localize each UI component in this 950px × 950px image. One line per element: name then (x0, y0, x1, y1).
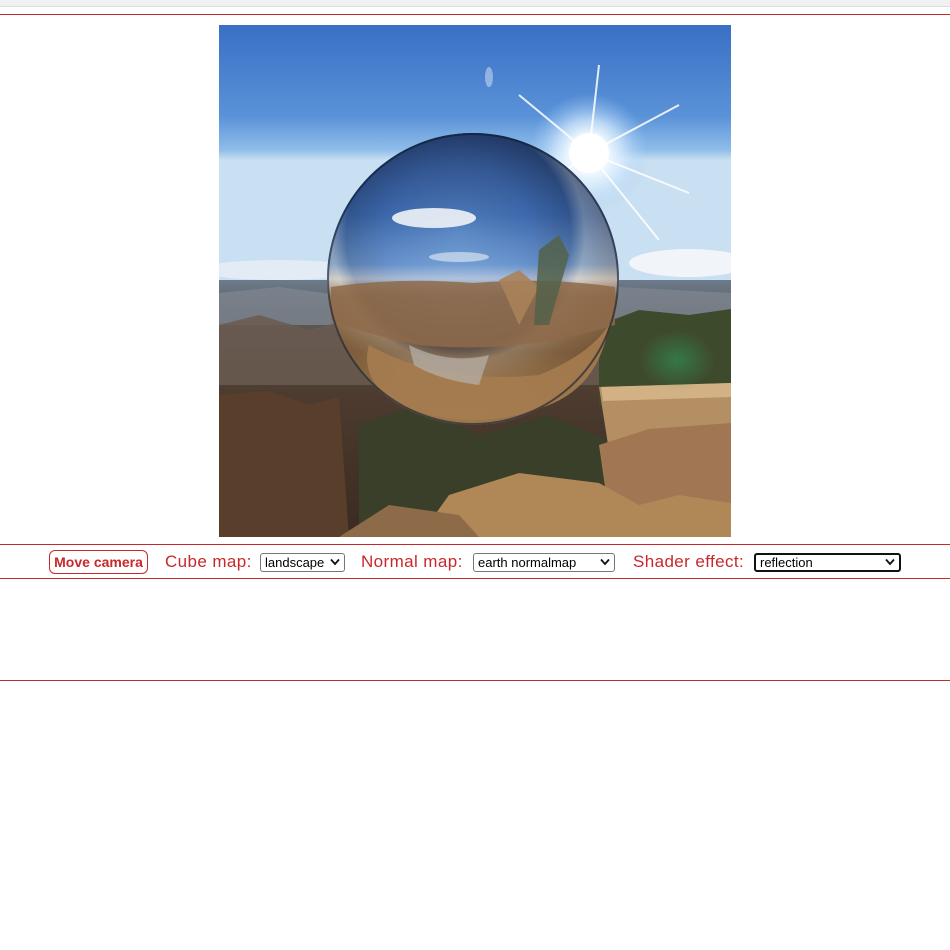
cube-map-label: Cube map: (165, 552, 252, 571)
environment-render (219, 25, 731, 537)
shader-effect-selected: reflection (760, 555, 813, 570)
shader-effect-select[interactable]: reflection (754, 553, 901, 572)
chevron-down-icon (600, 558, 610, 566)
normal-map-select[interactable]: earth normalmap (473, 553, 615, 572)
controls-top-divider (0, 544, 950, 545)
normal-map-selected: earth normalmap (478, 555, 577, 570)
chevron-down-icon (885, 558, 895, 566)
footer-divider (0, 680, 950, 681)
controls-bottom-divider (0, 578, 950, 579)
webgl-canvas[interactable] (219, 25, 731, 537)
cube-map-select[interactable]: landscape (260, 553, 345, 572)
reflective-sphere (327, 133, 619, 425)
top-divider (0, 14, 950, 15)
shader-effect-label: Shader effect: (633, 552, 745, 571)
cube-map-selected: landscape (265, 555, 325, 570)
browser-top-strip (0, 0, 950, 7)
normal-map-label: Normal map: (361, 552, 463, 571)
chevron-down-icon (330, 558, 340, 566)
move-camera-button[interactable]: Move camera (49, 550, 148, 574)
controls-bar: Move camera Cube map: landscape Normal m… (0, 546, 950, 578)
